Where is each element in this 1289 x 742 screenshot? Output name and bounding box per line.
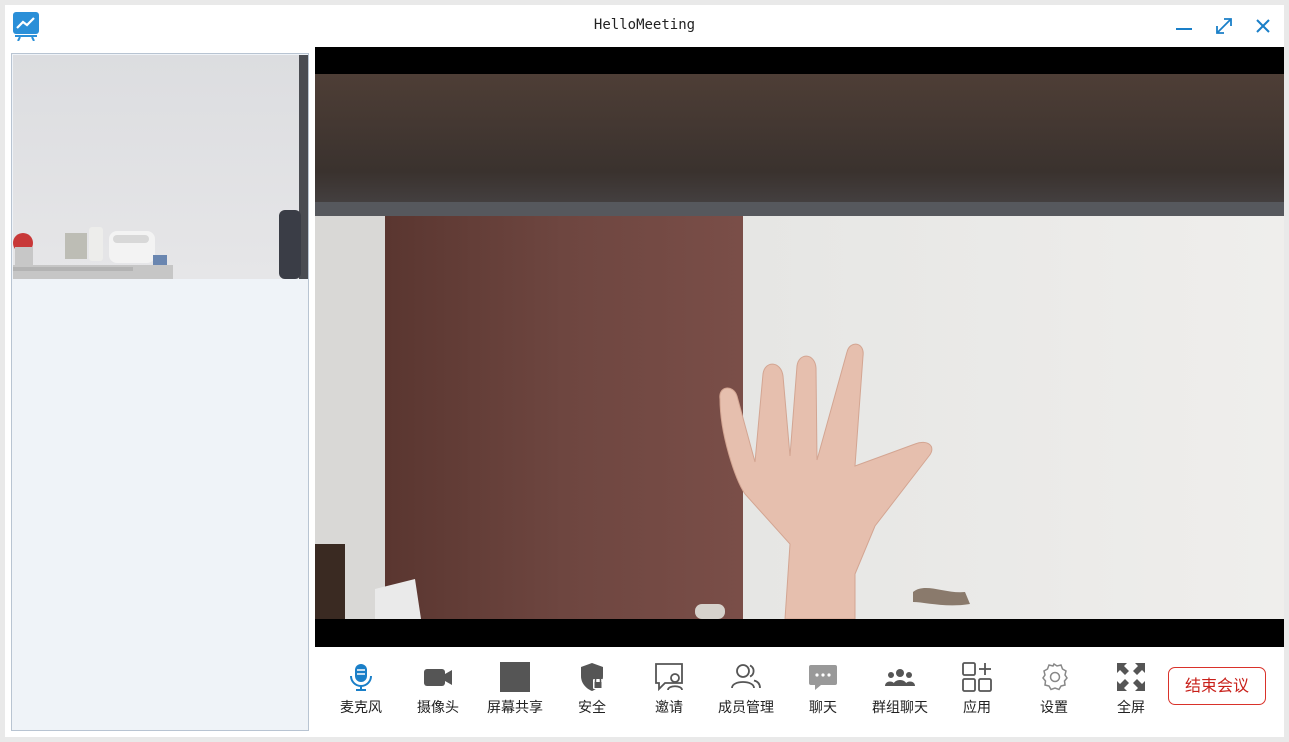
settings-button[interactable]: 设置 xyxy=(1017,661,1091,721)
main-video-view[interactable] xyxy=(315,47,1284,647)
maximize-icon[interactable] xyxy=(1213,15,1235,37)
microphone-button[interactable]: 麦克风 xyxy=(324,661,398,721)
close-icon[interactable] xyxy=(1252,15,1274,37)
security-label: 安全 xyxy=(578,700,606,716)
invite-label: 邀请 xyxy=(655,700,683,716)
window-title: HelloMeeting xyxy=(593,17,696,33)
end-meeting-button[interactable]: 结束会议 xyxy=(1168,667,1266,705)
screen-share-button[interactable]: 屏幕共享 xyxy=(478,661,552,721)
fullscreen-label: 全屏 xyxy=(1117,700,1145,716)
apps-label: 应用 xyxy=(963,700,991,716)
invite-icon xyxy=(655,663,683,692)
members-label: 成员管理 xyxy=(718,700,774,716)
apps-button[interactable]: 应用 xyxy=(940,661,1014,721)
screen-share-icon xyxy=(500,662,530,692)
meeting-toolbar: 麦克风 摄像头 屏幕共享 安全 邀请 成员管理 聊天 群组聊天 应用 设置 全屏 xyxy=(315,647,1284,737)
video-frame xyxy=(315,74,1284,619)
chat-label: 聊天 xyxy=(809,700,837,716)
video-feed-image xyxy=(315,74,1284,619)
camera-label: 摄像头 xyxy=(417,700,459,716)
shield-lock-icon xyxy=(581,663,603,691)
invite-button[interactable]: 邀请 xyxy=(632,661,706,721)
settings-icon xyxy=(1042,662,1068,691)
microphone-icon xyxy=(350,664,372,691)
group-chat-label: 群组聊天 xyxy=(872,700,928,716)
members-icon xyxy=(731,664,761,689)
participant-video-thumbnail[interactable] xyxy=(13,55,308,279)
chat-button[interactable]: 聊天 xyxy=(786,661,860,721)
microphone-label: 麦克风 xyxy=(340,700,382,716)
apps-icon xyxy=(962,662,992,692)
minimize-icon[interactable] xyxy=(1173,15,1195,37)
group-chat-button[interactable]: 群组聊天 xyxy=(863,661,937,721)
participant-video-image xyxy=(13,55,308,279)
camera-button[interactable]: 摄像头 xyxy=(401,661,475,721)
fullscreen-button[interactable]: 全屏 xyxy=(1094,661,1168,721)
camera-icon xyxy=(424,669,452,686)
meeting-window: HelloMeeting 麦克风 摄像头 屏幕共享 安全 邀请 成员管理 聊天 … xyxy=(5,5,1284,737)
members-button[interactable]: 成员管理 xyxy=(709,661,783,721)
security-button[interactable]: 安全 xyxy=(555,661,629,721)
group-chat-icon xyxy=(885,669,915,686)
fullscreen-icon xyxy=(1117,663,1145,691)
settings-label: 设置 xyxy=(1040,700,1068,716)
screen-share-label: 屏幕共享 xyxy=(487,700,543,716)
chat-icon xyxy=(809,665,837,690)
title-bar: HelloMeeting xyxy=(5,5,1284,47)
participant-sidebar xyxy=(11,53,309,731)
